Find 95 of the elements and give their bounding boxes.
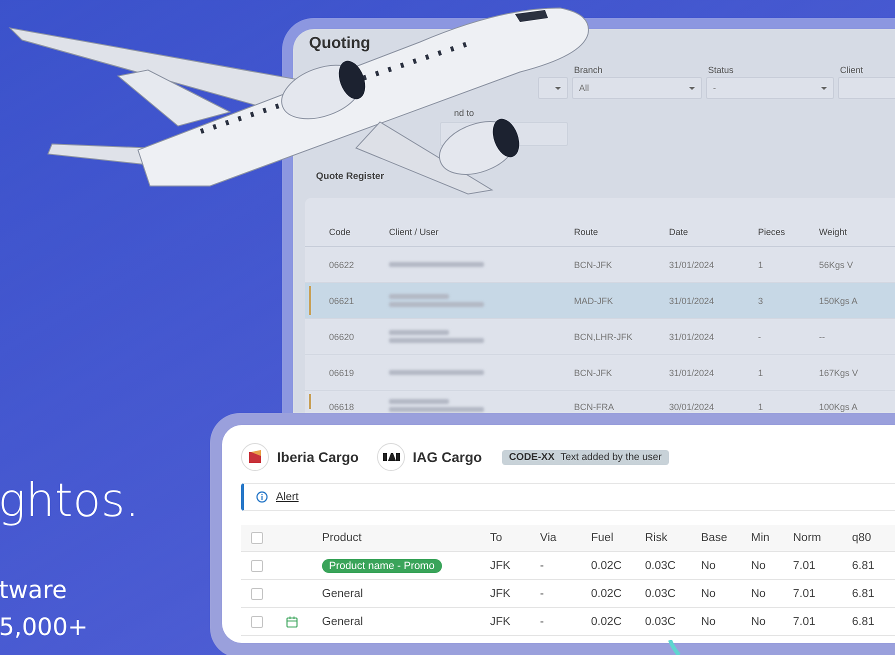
table-cell-text: 06622 bbox=[329, 260, 356, 270]
filter-label: Branch bbox=[574, 65, 603, 75]
filter-dropdown[interactable]: All bbox=[572, 77, 702, 99]
table-cell-text: MAD-JFK bbox=[574, 296, 614, 306]
column-header: Route bbox=[574, 227, 600, 237]
table-cell-text: 1 bbox=[758, 402, 764, 412]
table-cell-text: 30/01/2024 bbox=[669, 402, 716, 412]
table-cell-text: No bbox=[701, 616, 717, 628]
filter-label: Status bbox=[708, 65, 734, 75]
checkbox[interactable] bbox=[251, 532, 263, 544]
column-header: Base bbox=[701, 532, 728, 544]
quote-row[interactable]: 06620 BCN,LHR-JFK 31/01/2024 - -- bbox=[305, 319, 895, 355]
table-cell-text: 31/01/2024 bbox=[669, 260, 716, 270]
table-cell-text: 7.01 bbox=[793, 560, 816, 572]
alert-link[interactable]: Alert bbox=[276, 491, 299, 503]
column-header: Product bbox=[322, 532, 363, 544]
column-header: q80 bbox=[852, 532, 872, 544]
hero-subtitle: tware bbox=[0, 575, 68, 606]
quote-row[interactable]: 06621 MAD-JFK 31/01/2024 3 150Kgs A bbox=[305, 283, 895, 319]
promo-tag: Product name - Promo bbox=[322, 558, 442, 572]
table-cell-text: 06618 bbox=[329, 402, 356, 412]
table-cell-text: No bbox=[701, 560, 717, 572]
table-cell-text: 31/01/2024 bbox=[669, 368, 716, 378]
table-cell-text: 0.02C bbox=[591, 560, 623, 572]
panel-title: Quoting bbox=[309, 35, 372, 53]
table-cell-text: 0.03C bbox=[645, 560, 677, 572]
info-icon bbox=[256, 491, 268, 503]
table-cell-text: General bbox=[322, 588, 364, 600]
curve-line bbox=[668, 640, 682, 655]
filter-label: nd to bbox=[454, 108, 474, 118]
column-header: Pieces bbox=[758, 227, 786, 237]
table-cell-text: No bbox=[751, 560, 767, 572]
table-cell-text: JFK bbox=[490, 560, 512, 572]
table-cell-text: BCN-JFK bbox=[574, 260, 613, 270]
table-cell-text: 0.02C bbox=[591, 588, 623, 600]
table-cell-text: 3 bbox=[758, 296, 764, 306]
table-cell-text: BCN,LHR-JFK bbox=[574, 332, 634, 342]
column-header: Risk bbox=[645, 532, 668, 544]
table-cell-text: No bbox=[751, 588, 767, 600]
table-cell-text: 1 bbox=[758, 260, 764, 270]
table-cell-text: 100Kgs A bbox=[819, 402, 859, 412]
column-header: Via bbox=[540, 532, 558, 544]
code-tag: CODE-XX Text added by the user bbox=[502, 450, 669, 464]
table-cell-text: JFK bbox=[490, 616, 512, 628]
table-cell-text: 0.02C bbox=[591, 616, 623, 628]
filter-label: Client bbox=[840, 65, 864, 75]
column-header: Fuel bbox=[591, 532, 614, 544]
quote-row[interactable]: 06618 BCN-FRA 30/01/2024 1 100Kgs A bbox=[305, 391, 895, 412]
table-cell-text: No bbox=[751, 616, 767, 628]
column-header: Norm bbox=[793, 532, 822, 544]
column-header: Code bbox=[329, 227, 352, 237]
table-cell-text: -- bbox=[819, 332, 826, 342]
hero-subtitle: 5,000+ bbox=[0, 612, 89, 643]
table-cell-text: - bbox=[540, 560, 545, 572]
table-cell-text: - bbox=[758, 332, 762, 342]
table-cell-text: 31/01/2024 bbox=[669, 296, 716, 306]
table-cell-text: 6.81 bbox=[852, 588, 876, 600]
table-cell-text: 6.81 bbox=[852, 616, 876, 628]
filter-dropdown[interactable]: - bbox=[706, 77, 834, 99]
quote-row[interactable]: 06619 BCN-JFK 31/01/2024 1 167Kgs V bbox=[305, 355, 895, 391]
column-header: To bbox=[490, 532, 504, 544]
hero-headline: ghtos. bbox=[0, 472, 140, 529]
carrier-logo-icon bbox=[376, 443, 405, 471]
table-cell-text: 1 bbox=[758, 368, 764, 378]
section-title: Quote Register bbox=[315, 171, 386, 182]
table-cell-text: 31/01/2024 bbox=[669, 332, 716, 342]
table-cell-text: 150Kgs A bbox=[819, 296, 859, 306]
carrier-name: Iberia Cargo bbox=[277, 449, 359, 465]
column-header: Weight bbox=[819, 227, 848, 237]
column-header: Min bbox=[751, 532, 771, 544]
table-cell-text: JFK bbox=[490, 588, 512, 600]
table-cell-text: - bbox=[540, 616, 545, 628]
table-cell-text: 06619 bbox=[329, 368, 356, 378]
table-cell-text: General bbox=[322, 616, 364, 628]
table-cell-text: - bbox=[540, 588, 545, 600]
table-cell-text: 6.81 bbox=[852, 560, 876, 572]
checkbox[interactable] bbox=[251, 616, 263, 628]
table-cell-text: BCN-FRA bbox=[574, 402, 615, 412]
column-header: Date bbox=[669, 227, 690, 237]
table-cell-text: 7.01 bbox=[793, 616, 816, 628]
checkbox[interactable] bbox=[251, 560, 263, 572]
filter-dropdown[interactable] bbox=[538, 77, 568, 99]
carrier-name: IAG Cargo bbox=[412, 449, 482, 465]
table-cell-text: 0.03C bbox=[645, 616, 677, 628]
table-cell-text: 06621 bbox=[329, 296, 356, 306]
carrier-logo-icon bbox=[241, 443, 269, 471]
table-cell-text: BCN-JFK bbox=[574, 368, 613, 378]
table-cell-text: 167Kgs V bbox=[819, 368, 860, 378]
table-cell-text: 06620 bbox=[329, 332, 356, 342]
table-cell-text: 56Kgs V bbox=[819, 260, 854, 270]
table-cell-text: 7.01 bbox=[793, 588, 816, 600]
table-cell-text: No bbox=[701, 588, 717, 600]
column-header: Client / User bbox=[389, 227, 440, 237]
checkbox[interactable] bbox=[251, 588, 263, 600]
table-cell-text: 0.03C bbox=[645, 588, 677, 600]
